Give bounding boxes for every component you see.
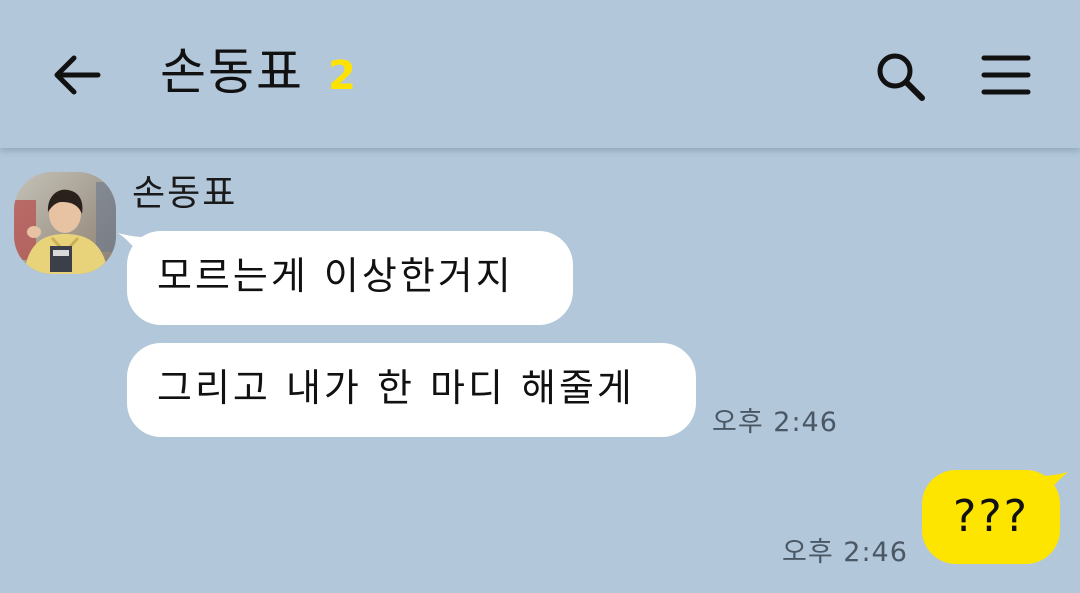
message-bubble-incoming[interactable]: 그리고 내가 한 마디 해줄게 [127,343,696,437]
sender-name: 손동표 [132,173,238,214]
message-bubble-outgoing[interactable]: ??? [922,470,1060,564]
search-icon [877,53,925,101]
hamburger-menu-icon [981,55,1031,95]
message-list[interactable]: 손동표 모르는게 이상한거지 그리고 내가 한 마디 해줄게 오후 2:46 오… [0,148,1080,593]
message-timestamp: 오후 2:46 [712,407,838,438]
profile-photo [14,172,116,274]
sender-avatar[interactable] [14,172,116,274]
message-timestamp: 오후 2:46 [782,537,908,568]
search-button[interactable] [872,48,928,104]
chat-header: 손동표 2 [0,0,1080,148]
chat-screen: 손동표 2 손동표 모르는게 이상한거지 그리고 내가 한 마디 해줄게 오후 … [0,0,1080,593]
menu-button[interactable] [980,52,1032,98]
chat-room-title: 손동표 [160,43,304,101]
back-button[interactable] [50,50,104,100]
arrow-left-icon [54,55,101,95]
message-bubble-incoming[interactable]: 모르는게 이상한거지 [127,231,573,325]
member-count: 2 [328,53,356,99]
